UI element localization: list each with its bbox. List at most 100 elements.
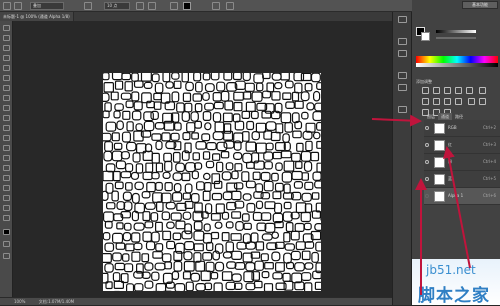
pattern-cell: [195, 260, 206, 272]
shape-tool-icon[interactable]: [3, 195, 10, 201]
channel-row-green[interactable]: 绿 Ctrl+4: [424, 154, 500, 171]
channel-mixer-icon[interactable]: [455, 98, 462, 105]
dodge-tool-icon[interactable]: [3, 155, 10, 161]
channel-row-blue[interactable]: 蓝 Ctrl+5: [424, 171, 500, 188]
mode-select[interactable]: 叠加: [30, 2, 64, 10]
eye-icon[interactable]: [425, 126, 429, 130]
eyedropper-tool-icon[interactable]: [3, 75, 10, 81]
align-left-icon[interactable]: [136, 2, 144, 10]
stamp-tool-icon[interactable]: [3, 105, 10, 111]
pattern-cell: [131, 192, 140, 204]
brush-tool-icon[interactable]: [3, 2, 11, 10]
properties-icon[interactable]: [398, 38, 407, 45]
brightness-icon[interactable]: [422, 87, 429, 94]
hue-saturation-icon[interactable]: [478, 87, 486, 94]
pattern-cell: [103, 132, 112, 142]
tab-layers[interactable]: 图层: [424, 113, 438, 120]
pattern-cell: [253, 73, 264, 84]
pattern-cell: [233, 91, 244, 101]
healing-tool-icon[interactable]: [3, 85, 10, 91]
brush-panel-icon[interactable]: [398, 106, 407, 113]
pattern-cell: [301, 172, 310, 181]
pattern-cell: [103, 232, 111, 241]
eraser-tool-icon[interactable]: [3, 125, 10, 131]
channel-row-red[interactable]: 红 Ctrl+3: [424, 137, 500, 154]
pattern-cell: [295, 202, 307, 214]
history-icon[interactable]: [398, 16, 407, 23]
info-icon[interactable]: [398, 50, 407, 57]
quick-mask-icon[interactable]: [3, 241, 10, 247]
pen-tool-icon[interactable]: [3, 165, 10, 171]
black-white-icon[interactable]: [433, 98, 440, 105]
paragraph-icon[interactable]: [398, 84, 407, 91]
align-center-icon[interactable]: [148, 2, 156, 10]
pattern-cell: [143, 81, 153, 89]
curves-icon[interactable]: [444, 87, 451, 94]
foreground-color-icon[interactable]: [3, 229, 10, 235]
pattern-cell: [212, 131, 224, 141]
history-brush-icon[interactable]: [3, 115, 10, 121]
color-spectrum[interactable]: [416, 56, 498, 63]
type-tool-icon[interactable]: [3, 175, 10, 181]
tab-paths[interactable]: 路径: [452, 113, 466, 120]
posterize-icon[interactable]: [478, 98, 486, 105]
pattern-cell: [191, 132, 200, 140]
pattern-cell: [233, 182, 244, 190]
crop-tool-icon[interactable]: [3, 65, 10, 71]
airbrush-icon[interactable]: [84, 2, 92, 10]
pattern-cell: [111, 73, 123, 81]
pattern-cell: [193, 221, 203, 231]
color-slider[interactable]: [436, 30, 476, 33]
channel-row-rgb[interactable]: RGB Ctrl+2: [424, 120, 500, 137]
marquee-tool-icon[interactable]: [3, 35, 10, 41]
pattern-cell: [202, 232, 213, 244]
pattern-cell: [301, 192, 312, 202]
path-select-tool-icon[interactable]: [3, 185, 10, 191]
gradient-tool-icon[interactable]: [3, 135, 10, 141]
eye-icon[interactable]: [425, 194, 429, 198]
eye-icon[interactable]: [425, 177, 429, 181]
zoom-readout[interactable]: 100%: [14, 299, 25, 304]
warp-text-icon[interactable]: [212, 2, 220, 10]
color-balance-icon[interactable]: [422, 98, 429, 105]
invert-icon[interactable]: [467, 98, 475, 105]
document-tab[interactable]: 未标题-1 @ 100% (通道 Alpha 1/8): [0, 12, 74, 21]
vibrance-icon[interactable]: [466, 87, 473, 94]
workspace-button[interactable]: 基本功能: [462, 1, 498, 9]
color-swatch[interactable]: [183, 2, 191, 10]
document-canvas[interactable]: [103, 73, 321, 291]
pattern-cell: [264, 161, 273, 170]
hand-tool-icon[interactable]: [3, 205, 10, 211]
photo-filter-icon[interactable]: [444, 98, 451, 105]
grayscale-ramp[interactable]: [416, 63, 498, 67]
move-tool-icon[interactable]: [3, 25, 10, 31]
brush-preset-icon[interactable]: [14, 2, 22, 10]
pattern-cell: [264, 201, 276, 210]
pattern-cell: [314, 281, 321, 290]
layers-panel-tabs: 图层 通道 路径: [424, 113, 466, 120]
eye-icon[interactable]: [425, 143, 429, 147]
tab-channels[interactable]: 通道: [438, 113, 452, 120]
pattern-cell: [260, 212, 272, 222]
pattern-cell: [151, 171, 160, 180]
brush-tool-icon[interactable]: [3, 95, 10, 101]
background-swatch[interactable]: [421, 32, 430, 41]
screen-mode-icon[interactable]: [3, 253, 10, 259]
lasso-tool-icon[interactable]: [3, 45, 10, 51]
quick-select-tool-icon[interactable]: [3, 55, 10, 61]
pattern-cell: [255, 183, 264, 193]
pattern-cell: [155, 283, 167, 291]
color-slider-track[interactable]: [436, 37, 476, 39]
levels-icon[interactable]: [433, 87, 440, 94]
pattern-cell: [242, 193, 252, 201]
pattern-cell: [173, 182, 182, 193]
zoom-tool-icon[interactable]: [3, 215, 10, 221]
size-field[interactable]: 10 点: [104, 2, 130, 10]
character-icon[interactable]: [398, 72, 407, 79]
align-right-icon[interactable]: [170, 2, 178, 10]
channel-row-alpha[interactable]: Alpha 1 Ctrl+6: [424, 188, 500, 205]
blur-tool-icon[interactable]: [3, 145, 10, 151]
exposure-icon[interactable]: [455, 87, 462, 94]
character-panel-icon[interactable]: [226, 2, 234, 10]
eye-icon[interactable]: [425, 160, 429, 164]
